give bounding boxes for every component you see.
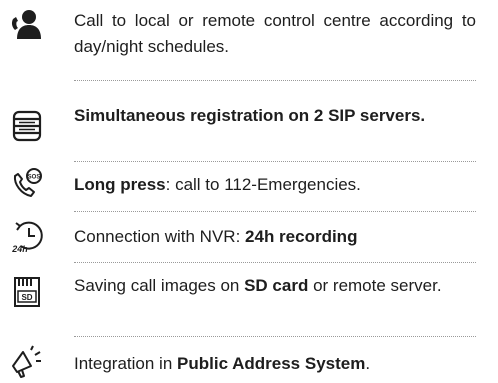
feature-text-part: .	[365, 354, 371, 373]
svg-text:24h: 24h	[11, 244, 28, 254]
svg-text:SOS: SOS	[28, 175, 41, 181]
feature-text-part: Simultaneous registration on 2 SIP serve…	[74, 106, 426, 125]
feature-text-part: 24h recording	[245, 227, 358, 246]
feature-text-part: Long press	[74, 175, 166, 194]
24h-recording-icon: 24h	[9, 218, 45, 254]
divider	[74, 336, 476, 337]
megaphone-icon	[9, 344, 45, 380]
feature-text-part: Connection with NVR:	[74, 227, 246, 246]
divider	[74, 211, 476, 212]
server-stack-icon	[9, 108, 45, 144]
divider	[74, 262, 476, 263]
feature-text-part: SD card	[244, 276, 309, 295]
sos-phone-icon: SOS	[9, 166, 45, 202]
svg-text:SD: SD	[21, 293, 32, 302]
feature-text: Call to local or remote control centre a…	[74, 8, 476, 60]
divider	[74, 80, 476, 81]
feature-text-part: Public Address System	[177, 354, 366, 373]
feature-text: Connection with NVR: 24h recording	[74, 224, 476, 250]
feature-text: Long press: call to 112-Emergencies.	[74, 172, 476, 198]
divider	[74, 161, 476, 162]
feature-list: Call to local or remote control centre a…	[0, 0, 498, 383]
operator-headset-icon	[9, 7, 45, 43]
feature-text: Integration in Public Address System.	[74, 351, 476, 377]
feature-text-part: Integration in	[74, 354, 178, 373]
feature-text-part: Saving call images on	[74, 276, 245, 295]
feature-text-part: or remote server.	[308, 276, 442, 295]
feature-text-part: Call to local or remote control centre a…	[74, 11, 476, 56]
feature-text-part: : call to 112-Emergencies.	[165, 175, 361, 194]
sd-card-icon: SD	[9, 274, 45, 310]
feature-text: Simultaneous registration on 2 SIP serve…	[74, 103, 476, 129]
feature-text: Saving call images on SD card or remote …	[74, 273, 476, 299]
